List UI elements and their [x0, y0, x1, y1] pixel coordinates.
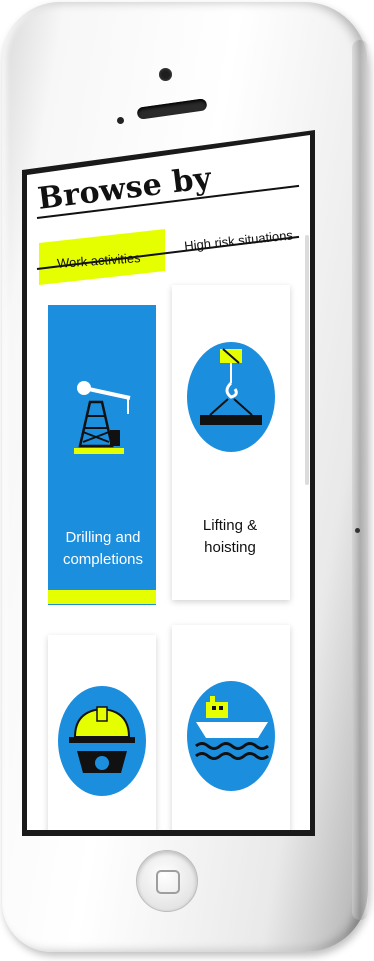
device-mockup: Browse by Work activities High risk situ… — [0, 0, 374, 961]
card-selected-indicator — [48, 590, 156, 604]
oil-rig-icon — [74, 381, 131, 454]
home-square-icon — [156, 870, 180, 894]
app-screen: Browse by Work activities High risk situ… — [27, 135, 310, 830]
crane-hook-icon — [187, 342, 275, 452]
side-indicator — [355, 528, 360, 533]
card-label: Drilling and completions — [62, 529, 144, 568]
proximity-sensor — [117, 117, 124, 124]
boat-icon — [187, 681, 275, 791]
card-label: Lifting & hoisting — [202, 517, 258, 556]
front-camera — [159, 68, 172, 81]
scrollbar[interactable] — [305, 235, 309, 485]
hard-hat-gear-icon — [58, 686, 146, 796]
home-button[interactable] — [136, 850, 198, 912]
phone-edge — [352, 40, 368, 920]
